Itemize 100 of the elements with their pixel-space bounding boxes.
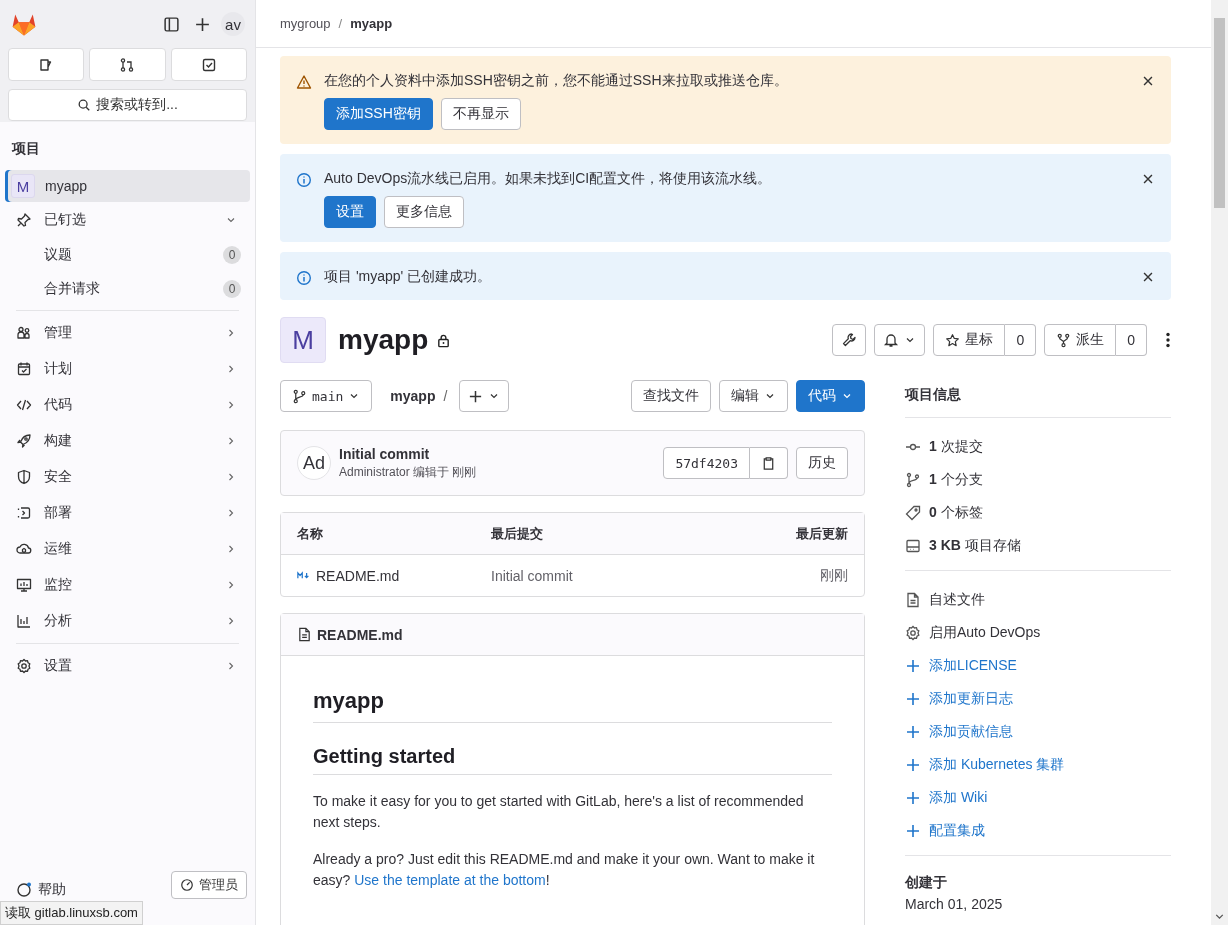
project-info-link[interactable]: 添加贡献信息: [929, 722, 1013, 741]
project-stat[interactable]: 1 个分支: [929, 470, 983, 489]
scrollbar[interactable]: [1211, 0, 1228, 925]
project-avatar: M: [11, 174, 35, 198]
nav-item[interactable]: 构建: [0, 423, 255, 459]
pinned-link[interactable]: 议题 0: [0, 238, 255, 272]
pinned-item[interactable]: 已钉选: [0, 202, 255, 238]
breadcrumb-separator: /: [338, 16, 343, 31]
copy-button[interactable]: [750, 447, 788, 479]
code-button[interactable]: 代码: [796, 380, 865, 412]
nav-item[interactable]: 安全: [0, 459, 255, 495]
project-name: myapp: [45, 178, 88, 194]
project-info-link[interactable]: 配置集成: [929, 821, 985, 840]
plus-icon[interactable]: [194, 15, 211, 33]
alert-message: 项目 'myapp' 已创建成功。: [324, 268, 493, 286]
edit-button[interactable]: 编辑: [719, 380, 788, 412]
notification-button[interactable]: [874, 324, 926, 356]
monitor-icon: [16, 577, 32, 593]
nav-label: 代码: [44, 396, 73, 414]
breadcrumb-link[interactable]: mygroup: [280, 16, 331, 31]
project-info-link[interactable]: 启用Auto DevOps: [929, 623, 1041, 642]
rocket-icon: [16, 433, 32, 449]
nav-item[interactable]: 运维: [0, 531, 255, 567]
pinned-link[interactable]: 合并请求 0: [0, 272, 255, 306]
history-button[interactable]: 历史: [796, 447, 848, 479]
project-info-link[interactable]: 自述文件: [929, 590, 985, 609]
star-count[interactable]: 0: [1005, 324, 1037, 356]
merge-requests-button[interactable]: [89, 48, 166, 81]
star-button[interactable]: 星标: [933, 324, 1006, 356]
plus-icon: [905, 723, 921, 740]
add-button[interactable]: [459, 380, 510, 412]
commit-title[interactable]: Initial commit: [339, 445, 477, 462]
alert-button[interactable]: 更多信息: [384, 196, 464, 228]
count-badge: 0: [223, 246, 241, 264]
nav-item[interactable]: 设置: [0, 648, 255, 684]
branch-selector[interactable]: main: [280, 380, 373, 412]
issues-button[interactable]: [8, 48, 85, 81]
nav-item[interactable]: 管理: [0, 315, 255, 351]
project-item[interactable]: M myapp: [5, 170, 250, 202]
close-icon[interactable]: [1141, 172, 1155, 186]
template-link[interactable]: Use the template at the bottom: [354, 872, 546, 888]
shield-icon: [16, 469, 32, 485]
project-info-link[interactable]: 添加LICENSE: [929, 656, 1017, 675]
alert-message: 在您的个人资料中添加SSH密钥之前，您不能通过SSH来拉取或推送仓库。: [324, 72, 789, 90]
pin-icon: [16, 212, 32, 228]
file-link[interactable]: README.md: [297, 567, 491, 584]
readme-heading: myapp: [313, 688, 832, 723]
admin-button[interactable]: 管理员: [171, 871, 247, 899]
bell-icon: [883, 332, 900, 348]
scrollbar-thumb[interactable]: [1214, 18, 1225, 208]
commit-byline: Administrator 编辑于 刚刚: [339, 463, 477, 481]
close-icon[interactable]: [1141, 74, 1155, 88]
project-stat[interactable]: 0 个标签: [929, 503, 983, 522]
project-info-link[interactable]: 添加 Kubernetes 集群: [929, 755, 1065, 774]
alert-button[interactable]: 添加SSH密钥: [324, 98, 433, 130]
project-avatar: M: [280, 317, 326, 363]
project-stat[interactable]: 1 次提交: [929, 437, 983, 456]
alert-message: Auto DevOps流水线已启用。如果未找到CI配置文件，将使用该流水线。: [324, 170, 773, 188]
column-header: 最后更新: [796, 524, 848, 543]
code-icon: [16, 397, 32, 413]
settings-icon: [905, 624, 921, 641]
readme-paragraph: To make it easy for you to get started with GitLab, here's a list of recommended next steps.: [313, 792, 805, 832]
table-cell: 刚刚: [820, 566, 848, 585]
project-info-title: 项目信息: [905, 380, 1171, 418]
alert-button[interactable]: 设置: [324, 196, 376, 228]
settings-button[interactable]: [832, 324, 867, 356]
tag-icon: [905, 504, 921, 521]
nav-label: 分析: [44, 612, 73, 630]
commit-sha[interactable]: 57df4203: [663, 447, 750, 479]
nav-item[interactable]: 部署: [0, 495, 255, 531]
fork-button[interactable]: 派生: [1044, 324, 1117, 356]
nav-item[interactable]: 监控: [0, 567, 255, 603]
sidebar-toggle-icon[interactable]: [163, 15, 180, 33]
breadcrumb-link[interactable]: myapp: [350, 16, 393, 31]
todo-button[interactable]: [170, 48, 247, 81]
nav-item[interactable]: 计划: [0, 351, 255, 387]
close-icon[interactable]: [1141, 270, 1155, 284]
find-file-button[interactable]: 查找文件: [631, 380, 711, 412]
commit-link[interactable]: Initial commit: [491, 567, 820, 584]
cloud-icon: [16, 541, 32, 557]
star-icon: [945, 332, 961, 348]
search-button[interactable]: 搜索或转到...: [8, 89, 247, 121]
nav-item[interactable]: 代码: [0, 387, 255, 423]
help-link[interactable]: 帮助: [16, 881, 66, 899]
nav-label: 计划: [44, 360, 73, 378]
checkbox-icon: [200, 56, 217, 73]
gauge-icon: [180, 878, 194, 892]
project-stat[interactable]: 3 KB 项目存储: [929, 536, 1021, 555]
file-icon: [297, 627, 312, 642]
repo-path[interactable]: myapp: [390, 388, 436, 404]
created-date: March 01, 2025: [905, 896, 1004, 912]
pinned-label: 已钉选: [44, 211, 87, 229]
fork-count[interactable]: 0: [1116, 324, 1147, 356]
project-info-link[interactable]: 添加更新日志: [929, 689, 1013, 708]
user-avatar[interactable]: av: [221, 12, 245, 36]
storage-icon: [905, 537, 921, 554]
project-info-link[interactable]: 添加 Wiki: [929, 788, 988, 807]
more-icon[interactable]: [1165, 332, 1171, 348]
alert-button[interactable]: 不再显示: [440, 98, 521, 130]
nav-item[interactable]: 分析: [0, 603, 255, 639]
